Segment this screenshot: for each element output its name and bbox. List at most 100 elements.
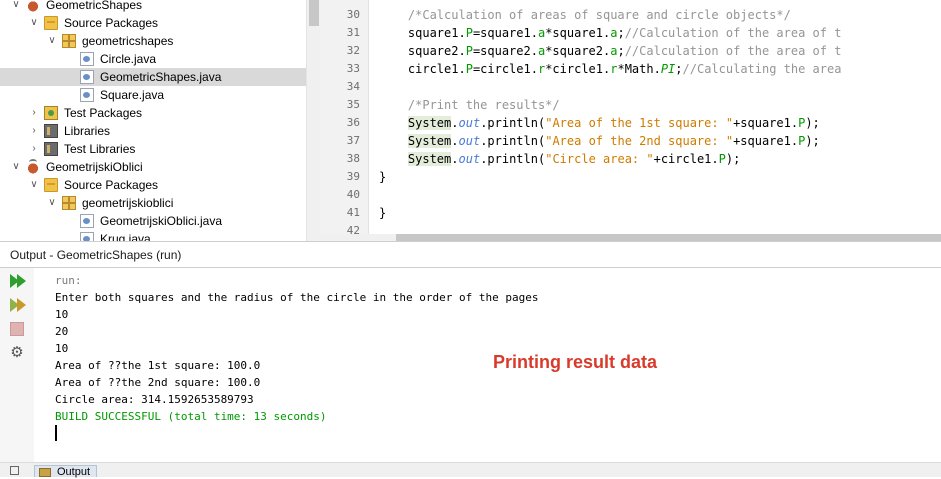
- tree-item-label: Test Libraries: [64, 142, 136, 156]
- code-line[interactable]: System.out.println("Area of the 2nd squa…: [379, 132, 820, 150]
- tree-item-label: GeometricShapes.java: [100, 70, 222, 84]
- libraries-icon: [44, 124, 58, 138]
- line-number: 40: [346, 188, 360, 201]
- editor-scroll-thumb[interactable]: [396, 234, 941, 241]
- package-folder-icon: [44, 178, 58, 192]
- rerun-with-args-icon[interactable]: [8, 296, 26, 314]
- code-editor[interactable]: 30 31 32 33 34 35 36 37 38 39 40 41 42 /*Calculation…: [320, 0, 941, 241]
- output-toolbar: ⚙: [0, 268, 35, 462]
- tree-row[interactable]: › Libraries: [0, 122, 306, 140]
- tree-item-label: Source Packages: [64, 16, 159, 30]
- projects-tree[interactable]: ∨ GeometricShapes ∨ Source Packages ∨ geometr…: [0, 0, 306, 241]
- tree-row[interactable]: Circle.java: [0, 50, 306, 68]
- code-line[interactable]: System.out.println("Circle area: "+circl…: [379, 150, 740, 168]
- tree-row[interactable]: GeometricShapes.java: [0, 68, 306, 86]
- output-line: Circle area: 314.1592653589793: [55, 393, 254, 406]
- code-line[interactable]: System.out.println("Area of the 1st squa…: [379, 114, 820, 132]
- tree-row[interactable]: › Test Libraries: [0, 140, 306, 158]
- java-file-icon: [80, 214, 94, 228]
- expand-toggle-icon[interactable]: ›: [28, 104, 40, 122]
- package-folder-icon: [44, 16, 58, 30]
- tree-item-label: Square.java: [100, 88, 165, 102]
- output-line: Area of ??the 2nd square: 100.0: [55, 376, 261, 389]
- line-number: 36: [346, 116, 360, 129]
- java-file-icon: [80, 232, 94, 241]
- editor-horizontal-scrollbar[interactable]: [320, 234, 941, 241]
- output-console[interactable]: run: Enter both squares and the radius of…: [34, 268, 941, 462]
- tree-item-label: Source Packages: [64, 178, 159, 192]
- line-number: 37: [346, 134, 360, 147]
- tree-item-label: geometricshapes: [82, 34, 174, 48]
- rerun-icon[interactable]: [8, 272, 26, 290]
- collapse-toggle-icon[interactable]: ∨: [28, 176, 40, 194]
- tree-row[interactable]: ∨ geometricshapes: [0, 32, 306, 50]
- package-icon: [62, 196, 76, 210]
- output-panel-header: Output - GeometricShapes (run): [0, 241, 941, 268]
- package-icon: [62, 34, 76, 48]
- code-line[interactable]: circle1.P=circle1.r*circle1.r*Math.PI;//…: [379, 60, 842, 78]
- tree-item-label: Test Packages: [64, 106, 143, 120]
- collapse-toggle-icon[interactable]: ∨: [10, 0, 22, 14]
- ide-top-area: ∨ GeometricShapes ∨ Source Packages ∨ geometr…: [0, 0, 941, 241]
- output-panel-title: Output - GeometricShapes (run): [10, 248, 182, 262]
- line-number: 38: [346, 152, 360, 165]
- tree-item-label: Krug.java: [100, 232, 151, 241]
- output-line: 10: [55, 308, 69, 321]
- output-line: run:: [55, 274, 82, 287]
- code-line[interactable]: }: [379, 204, 386, 222]
- projects-scroll-thumb[interactable]: [309, 0, 319, 26]
- expand-toggle-icon[interactable]: ›: [28, 140, 40, 158]
- java-file-icon: [80, 70, 94, 84]
- coffee-cup-icon: [26, 159, 40, 174]
- tree-item-label: geometrijskioblici: [82, 196, 174, 210]
- test-package-icon: [44, 106, 58, 120]
- line-number: 34: [346, 80, 360, 93]
- line-number: 30: [346, 8, 360, 21]
- line-number: 41: [346, 206, 360, 219]
- output-line: 10: [55, 342, 69, 355]
- line-number: 33: [346, 62, 360, 75]
- output-tab-label: Output: [57, 466, 91, 478]
- line-number: 35: [346, 98, 360, 111]
- tree-item-label: GeometricShapes: [46, 0, 143, 12]
- tree-row[interactable]: ∨ geometrijskioblici: [0, 194, 306, 212]
- tree-row[interactable]: Square.java: [0, 86, 306, 104]
- line-number: 31: [346, 26, 360, 39]
- line-number: 32: [346, 44, 360, 57]
- code-line[interactable]: }: [379, 168, 386, 186]
- tree-item-label: Circle.java: [100, 52, 157, 66]
- tree-row[interactable]: ∨ Source Packages: [0, 14, 306, 32]
- tree-item-label: GeometrijskiOblici: [46, 160, 143, 174]
- line-number-gutter: 30 31 32 33 34 35 36 37 38 39 40 41 42: [320, 0, 369, 237]
- code-line[interactable]: /*Calculation of areas of square and cir…: [379, 6, 791, 24]
- stop-icon[interactable]: [10, 322, 24, 336]
- tree-row[interactable]: ∨ GeometrijskiOblici: [0, 158, 306, 176]
- settings-icon[interactable]: ⚙: [8, 344, 26, 362]
- code-line[interactable]: square1.P=square1.a*square1.a;//Calculat…: [379, 24, 842, 42]
- expand-toggle-icon[interactable]: ›: [28, 122, 40, 140]
- collapse-toggle-icon[interactable]: ∨: [46, 194, 58, 212]
- tree-row[interactable]: ∨ Source Packages: [0, 176, 306, 194]
- restore-window-icon[interactable]: [10, 466, 19, 475]
- collapse-toggle-icon[interactable]: ∨: [28, 14, 40, 32]
- tree-row[interactable]: › Test Packages: [0, 104, 306, 122]
- code-line[interactable]: /*Print the results*/: [379, 96, 560, 114]
- tree-item-label: Libraries: [64, 124, 111, 138]
- tree-row[interactable]: GeometrijskiOblici.java: [0, 212, 306, 230]
- java-file-icon: [80, 88, 94, 102]
- tree-row[interactable]: ∨ GeometricShapes: [0, 0, 306, 14]
- bottom-tab-strip: Output: [0, 462, 941, 478]
- collapse-toggle-icon[interactable]: ∨: [10, 158, 22, 176]
- tree-item-label: GeometrijskiOblici.java: [100, 214, 223, 228]
- annotation-label: Printing result data: [493, 352, 658, 372]
- collapse-toggle-icon[interactable]: ∨: [46, 32, 58, 50]
- projects-vertical-scrollbar[interactable]: [306, 0, 321, 241]
- libraries-icon: [44, 142, 58, 156]
- tree-row[interactable]: Krug.java: [0, 230, 306, 241]
- text-cursor: [55, 425, 57, 441]
- output-line: Enter both squares and the radius of the…: [55, 291, 539, 304]
- coffee-cup-icon: [26, 0, 40, 12]
- code-line[interactable]: square2.P=square2.a*square2.a;//Calculat…: [379, 42, 842, 60]
- output-tab[interactable]: Output: [34, 465, 98, 478]
- build-status-line: BUILD SUCCESSFUL (total time: 13 seconds…: [55, 410, 327, 423]
